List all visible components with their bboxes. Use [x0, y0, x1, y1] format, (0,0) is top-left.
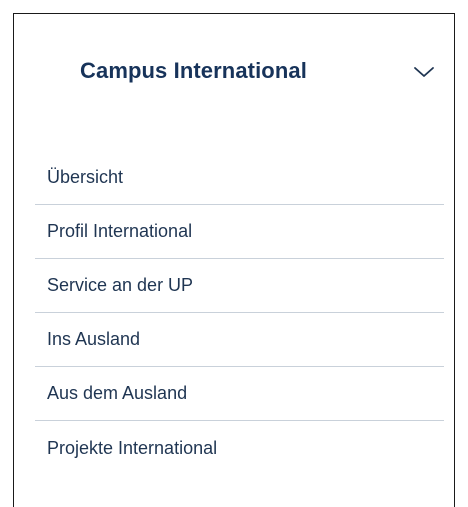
menu-item-label: Service an der UP: [47, 275, 194, 295]
chevron-down-icon[interactable]: [412, 64, 436, 80]
menu-item-label: Projekte International: [47, 437, 218, 458]
menu-item-label: Übersicht: [47, 167, 124, 187]
section-header[interactable]: Campus International: [14, 14, 454, 134]
menu-item-projekte-international[interactable]: Projekte International: [35, 421, 444, 475]
section-menu: Übersicht Profil International Service a…: [35, 151, 444, 475]
menu-item-uebersicht[interactable]: Übersicht: [35, 151, 444, 205]
campus-international-panel: Campus International Übersicht Profil In…: [13, 13, 455, 507]
section-title: Campus International: [80, 58, 307, 83]
menu-item-label: Profil International: [47, 221, 193, 241]
menu-item-label: Aus dem Ausland: [47, 383, 188, 403]
menu-item-aus-dem-ausland[interactable]: Aus dem Ausland: [35, 367, 444, 421]
menu-item-profil-international[interactable]: Profil International: [35, 205, 444, 259]
menu-item-service-an-der-up[interactable]: Service an der UP: [35, 259, 444, 313]
menu-item-label: Ins Ausland: [47, 329, 141, 349]
menu-item-ins-ausland[interactable]: Ins Ausland: [35, 313, 444, 367]
